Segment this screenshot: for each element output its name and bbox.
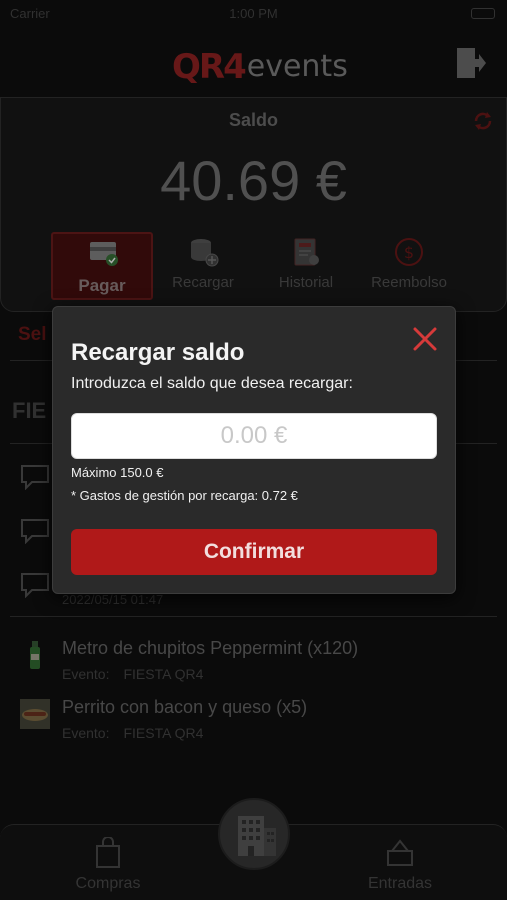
close-icon[interactable] — [411, 325, 439, 353]
dialog-instructions: Introduzca el saldo que desea recargar: — [71, 375, 353, 392]
amount-input[interactable] — [71, 413, 437, 459]
fee-note: * Gastos de gestión por recarga: 0.72 € — [71, 488, 298, 503]
dialog-title: Recargar saldo — [71, 339, 245, 366]
confirm-button[interactable]: Confirmar — [71, 529, 437, 575]
recharge-dialog: Recargar saldo Introduzca el saldo que d… — [52, 306, 456, 594]
max-amount-note: Máximo 150.0 € — [71, 465, 164, 480]
